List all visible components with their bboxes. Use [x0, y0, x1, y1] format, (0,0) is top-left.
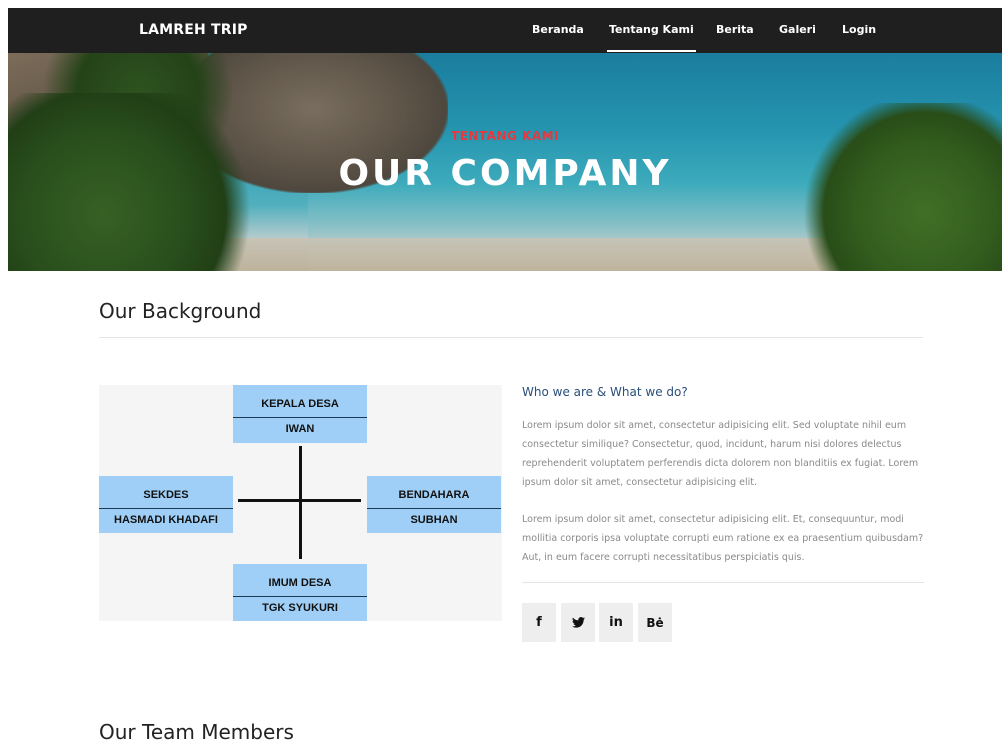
- hero-title: OUR COMPANY: [338, 153, 672, 194]
- org-box-sekdes: SEKDES HASMADI KHADAFI: [99, 476, 233, 533]
- facebook-icon[interactable]: f: [522, 603, 556, 642]
- org-role: SEKDES: [143, 489, 189, 501]
- org-person: IWAN: [285, 423, 315, 435]
- org-role: IMUM DESA: [268, 577, 332, 589]
- org-box-kepala-desa: KEPALA DESA IWAN: [233, 385, 367, 443]
- section-title-background: Our Background: [99, 299, 262, 323]
- nav-item-tentang-kami[interactable]: Tentang Kami: [607, 23, 696, 52]
- who-we-are-heading: Who we are & What we do?: [522, 385, 688, 399]
- nav-item-berita[interactable]: Berita: [716, 23, 754, 36]
- org-role: BENDAHARA: [398, 489, 470, 501]
- org-connector-horizontal: [238, 499, 361, 502]
- org-box-imum-desa: IMUM DESA TGK SYUKURI: [233, 564, 367, 621]
- hero-subtitle: TENTANG KAMI: [450, 129, 560, 143]
- divider: [99, 337, 923, 338]
- linkedin-icon[interactable]: in: [599, 603, 633, 642]
- org-person: TGK SYUKURI: [262, 602, 338, 614]
- brand-logo[interactable]: LAMREH TRIP: [139, 22, 248, 38]
- nav-item-login[interactable]: Login: [842, 23, 876, 36]
- hero-banner: TENTANG KAMI OUR COMPANY: [8, 53, 1002, 271]
- nav-item-beranda[interactable]: Beranda: [532, 23, 584, 36]
- section-title-team: Our Team Members: [99, 720, 294, 742]
- org-connector-vertical: [299, 446, 302, 559]
- divider: [522, 582, 924, 583]
- org-chart: KEPALA DESA IWAN SEKDES HASMADI KHADAFI …: [99, 385, 502, 621]
- behance-icon[interactable]: Bė: [638, 603, 672, 642]
- org-role: KEPALA DESA: [261, 398, 339, 410]
- top-navbar: LAMREH TRIP Beranda Tentang Kami Berita …: [8, 8, 1002, 53]
- nav-item-galeri[interactable]: Galeri: [779, 23, 816, 36]
- org-person: HASMADI KHADAFI: [114, 514, 218, 526]
- org-person: SUBHAN: [410, 514, 458, 526]
- org-box-bendahara: BENDAHARA SUBHAN: [367, 476, 501, 533]
- about-paragraph-1: Lorem ipsum dolor sit amet, consectetur …: [522, 420, 919, 488]
- twitter-icon[interactable]: [561, 603, 595, 642]
- about-paragraph-2: Lorem ipsum dolor sit amet, consectetur …: [522, 514, 924, 563]
